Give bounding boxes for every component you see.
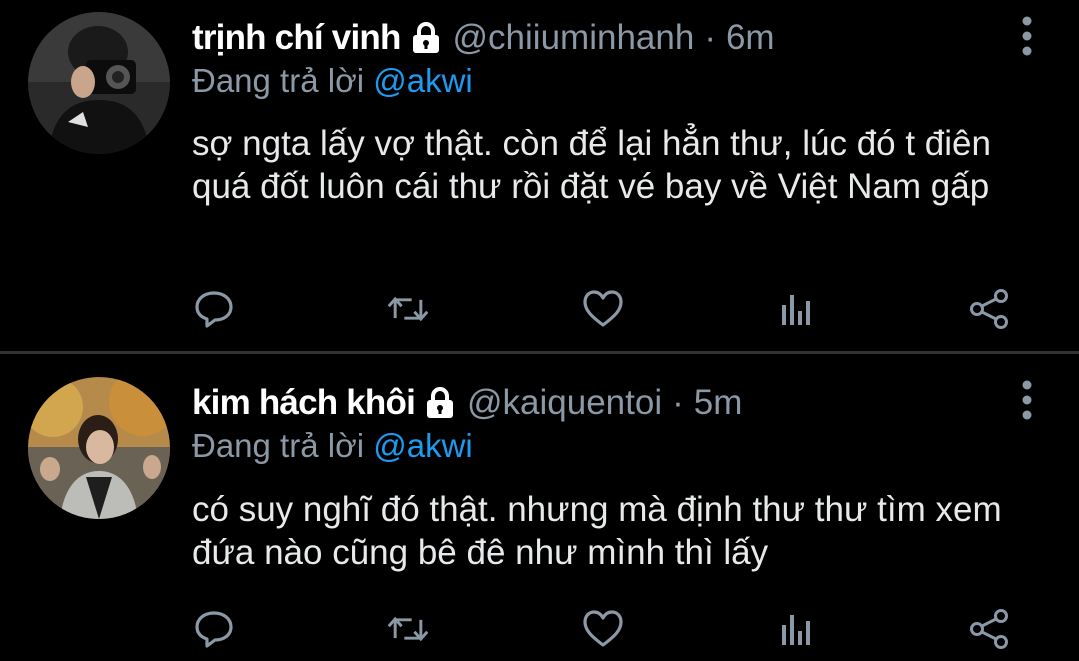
replying-to-handle[interactable]: @akwi <box>373 62 473 99</box>
tweet[interactable]: trịnh chí vinh @chiiuminhanh · 6m Đang t… <box>0 0 1079 352</box>
replying-to: Đang trả lời @akwi <box>192 62 473 100</box>
avatar[interactable] <box>28 377 170 519</box>
tweet-actions <box>0 287 1079 331</box>
display-name[interactable]: trịnh chí vinh <box>192 18 401 58</box>
like-icon <box>583 610 623 647</box>
separator-dot: · <box>672 383 684 422</box>
replying-to-label: Đang trả lời <box>192 427 365 464</box>
stats-icon <box>782 295 810 325</box>
share-button[interactable] <box>968 287 1012 331</box>
tweet-text: sợ ngta lấy vợ thật. còn để lại hẳn thư,… <box>192 124 991 206</box>
analytics-button[interactable] <box>774 607 818 651</box>
lock-icon <box>412 22 439 53</box>
like-button[interactable] <box>581 607 625 651</box>
more-icon[interactable] <box>1021 380 1033 420</box>
tweet-header: trịnh chí vinh @chiiuminhanh · 6m <box>192 15 989 61</box>
like-icon <box>583 290 623 327</box>
user-handle[interactable]: @chiiuminhanh <box>453 18 695 58</box>
analytics-button[interactable] <box>774 287 818 331</box>
reply-button[interactable] <box>192 607 236 651</box>
avatar-photo <box>28 12 170 154</box>
replying-to: Đang trả lời @akwi <box>192 427 473 465</box>
retweet-button[interactable] <box>386 287 430 331</box>
timestamp[interactable]: 6m <box>726 18 775 58</box>
tweet-actions <box>0 607 1079 651</box>
avatar[interactable] <box>28 12 170 154</box>
share-icon <box>970 289 1008 329</box>
reply-button[interactable] <box>192 287 236 331</box>
share-button[interactable] <box>968 607 1012 651</box>
tweet-text: có suy nghĩ đó thật. nhưng mà định thư t… <box>192 490 1002 572</box>
reply-icon <box>195 291 233 328</box>
like-button[interactable] <box>581 287 625 331</box>
more-icon[interactable] <box>1021 16 1033 56</box>
tweet-divider <box>0 351 1079 354</box>
tweet-header: kim hách khôi @kaiquentoi · 5m <box>192 380 989 426</box>
separator-dot: · <box>704 18 716 57</box>
retweet-icon <box>387 616 429 642</box>
replying-to-handle[interactable]: @akwi <box>373 427 473 464</box>
timestamp[interactable]: 5m <box>694 383 743 423</box>
lock-icon <box>427 387 453 418</box>
avatar-photo <box>28 377 170 519</box>
retweet-icon <box>387 296 429 322</box>
replying-to-label: Đang trả lời <box>192 62 365 99</box>
display-name[interactable]: kim hách khôi <box>192 383 416 423</box>
stats-icon <box>782 615 810 645</box>
share-icon <box>970 609 1008 649</box>
retweet-button[interactable] <box>386 607 430 651</box>
reply-icon <box>195 611 233 648</box>
user-handle[interactable]: @kaiquentoi <box>467 383 662 423</box>
tweet[interactable]: kim hách khôi @kaiquentoi · 5m Đang trả … <box>0 355 1079 661</box>
